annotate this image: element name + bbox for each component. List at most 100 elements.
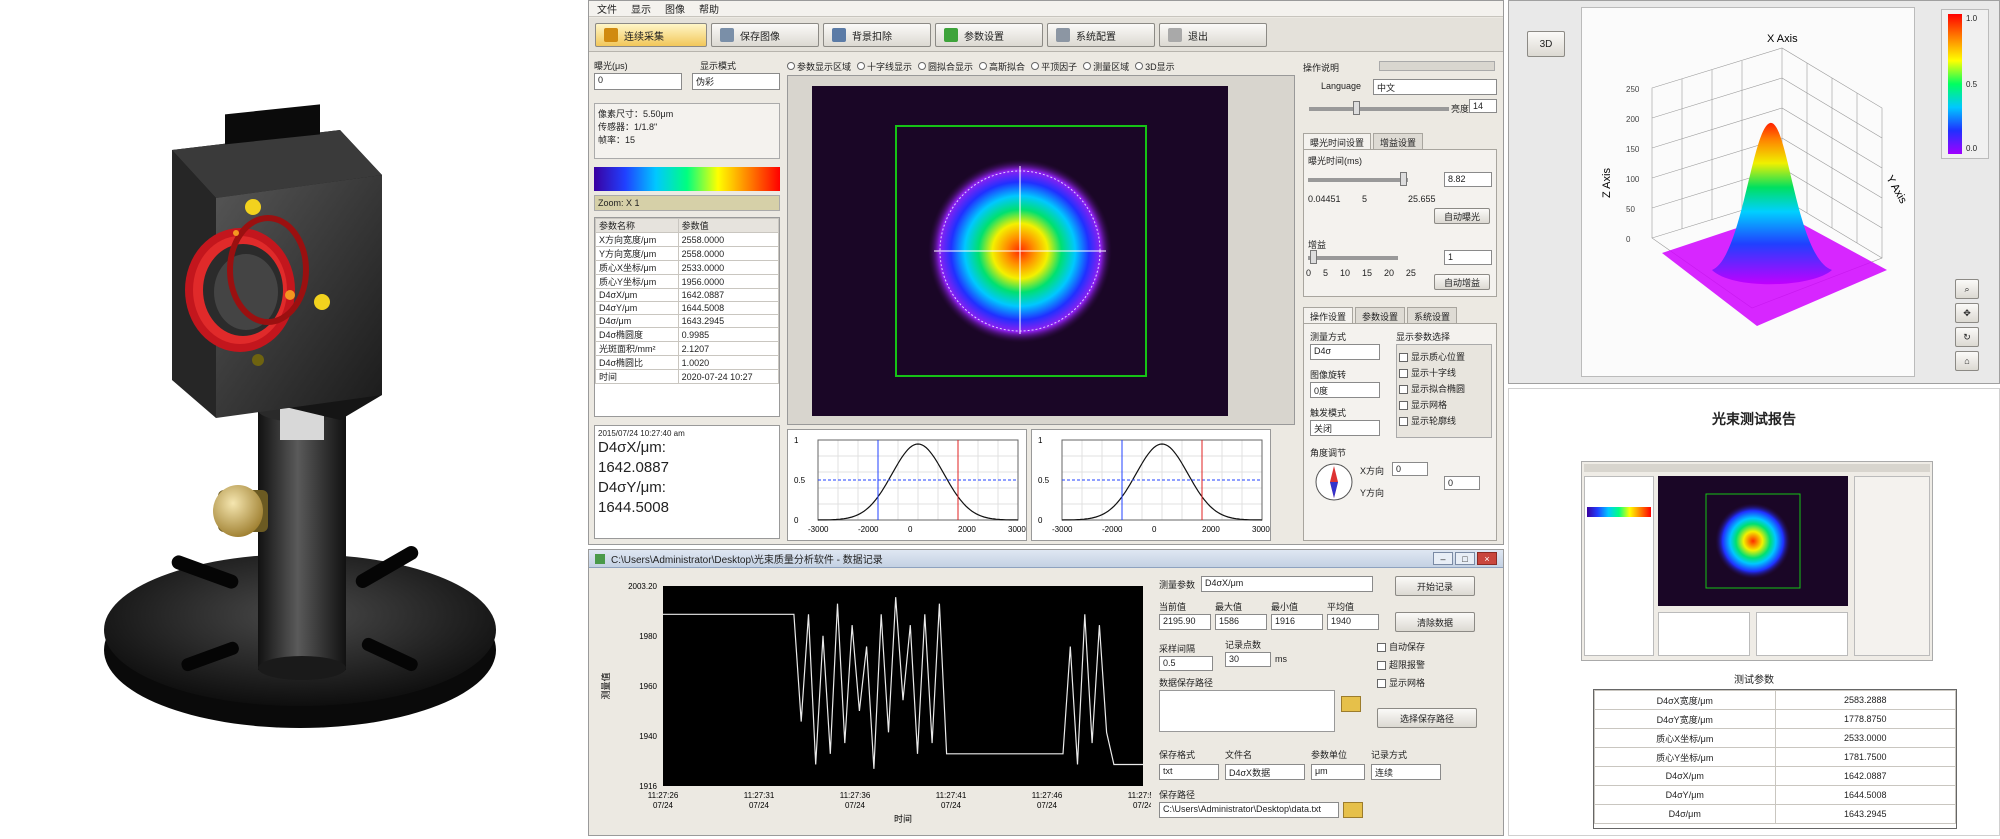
stat-current: 2195.90 [1159,614,1211,630]
stat-header: 最大值 [1215,602,1243,612]
angle-x-value[interactable]: 0 [1392,462,1428,476]
info-line: 帧率：15 [598,135,636,145]
zoom-icon[interactable]: ⌕ [1955,279,1979,299]
param-row[interactable]: 质心X坐标/μm 2533.0000 [595,260,779,275]
gain-value[interactable]: 1 [1444,250,1492,265]
display-option-radio[interactable]: 参数显示区域 [787,59,851,73]
clear-data-button[interactable]: 清除数据 [1395,612,1475,632]
logger-chart: 2003.20198019601940191611:27:2607/2411:2… [600,582,1159,824]
display-param-checkbox[interactable]: 显示十字线 [1399,366,1489,379]
display-param-checkbox[interactable]: 显示拟合椭圆 [1399,382,1489,395]
y-tick-label: 0.5 [794,476,806,485]
exit-button[interactable]: 退出 [1159,23,1267,47]
exposure-label: 曝光时间(ms) [1308,156,1362,166]
angle-y-value[interactable]: 0 [1444,476,1480,490]
maximize-button[interactable]: □ [1455,552,1475,565]
display-option-radio[interactable]: 3D显示 [1135,59,1175,73]
bottom-selects: txt D4σX数据 μm 连续 [1159,764,1441,780]
y-axis-label: Y Axis [1883,174,1909,207]
exposure-value[interactable]: 8.82 [1444,172,1492,187]
beam-image [812,86,1228,416]
display-mode-select[interactable]: 伪彩 [692,73,780,90]
logger-checkbox[interactable]: 自动保存 [1377,640,1487,653]
save-image-button[interactable]: 保存图像 [711,23,819,47]
measure-mode-select[interactable]: D4σ [1310,344,1380,360]
compass-icon[interactable] [1314,462,1354,502]
system-config-button[interactable]: 系统配置 [1047,23,1155,47]
reset-icon[interactable]: ⌂ [1955,351,1979,371]
close-button[interactable]: × [1477,552,1497,565]
param-value: 0.9985 [677,327,779,342]
gain-slider[interactable] [1308,256,1398,260]
interval-label: 采样间隔 [1159,644,1196,654]
pan-icon[interactable]: ✥ [1955,303,1979,323]
param-row[interactable]: 质心Y坐标/μm 1956.0000 [595,274,779,289]
menu-display[interactable]: 显示 [631,1,651,16]
radio-icon [1083,62,1092,70]
parameter-settings-button[interactable]: 参数设置 [935,23,1043,47]
param-row[interactable]: 时间 2020-07-24 10:27 [595,369,779,384]
param-row[interactable]: D4σ椭圆度 0.9985 [595,327,779,342]
gain-tick: 5 [1322,268,1328,278]
path-field[interactable]: C:\Users\Administrator\Desktop\data.txt [1159,802,1339,818]
param-row[interactable]: D4σ椭圆比 1.0020 [595,355,779,370]
folder-icon[interactable] [1341,696,1361,712]
continuous-capture-button[interactable]: 连续采集 [595,23,707,47]
menu-file[interactable]: 文件 [597,1,617,16]
auto-gain-button[interactable]: 自动增益 [1434,274,1490,290]
display-param-checkbox[interactable]: 显示轮廓线 [1399,414,1489,427]
filename-field[interactable]: D4σX数据 [1225,764,1305,780]
report-preview: 光束测试报告 测试参数 D4σX宽度/μm 2583.2888 D4σY宽度/μm 1… [1508,388,2000,836]
param-row[interactable]: D4σX/μm 1642.0887 [595,288,779,302]
start-record-button[interactable]: 开始记录 [1395,576,1475,596]
stat-max: 1586 [1215,614,1267,630]
exposure-slider[interactable] [1308,178,1408,182]
logger-checkbox[interactable]: 超限报警 [1377,658,1487,671]
brightness-slider[interactable] [1309,107,1449,111]
language-select[interactable]: 中文 [1373,79,1497,95]
display-option-radio[interactable]: 平顶因子 [1031,59,1077,73]
brightness-label: 亮度 [1451,104,1470,114]
mode-select[interactable]: 连续 [1371,764,1441,780]
camera-value-field[interactable]: 0 [594,73,682,90]
trigger-select[interactable]: 关闭 [1310,420,1380,436]
gain-slider-thumb[interactable] [1310,250,1317,264]
param-row[interactable]: D4σ/μm 1643.2945 [595,314,779,328]
unit-select[interactable]: μm [1311,764,1365,780]
display-option-radio[interactable]: 高斯拟合 [979,59,1025,73]
x-tick-label: 2000 [1202,525,1220,534]
radio-icon [1031,62,1040,70]
choose-path-button[interactable]: 选择保存路径 [1377,708,1477,728]
z-tick: 250 [1626,85,1640,94]
param-row[interactable]: Y方向宽度/μm 2558.0000 [595,246,779,261]
interval-value[interactable]: 0.5 [1159,656,1213,671]
exposure-slider-thumb[interactable] [1400,172,1407,186]
auto-exposure-button[interactable]: 自动曝光 [1434,208,1490,224]
display-param-checkbox[interactable]: 显示质心位置 [1399,350,1489,363]
z-tick: 200 [1626,115,1640,124]
3d-view-window: 3D X Axis Z Axis Y Axis 250 200 150 100 … [1508,0,2000,384]
readout-panel: 2015/07/24 10:27:40 am D4σX/μm: 1642.088… [594,425,780,539]
rotate-icon[interactable]: ↻ [1955,327,1979,347]
count-value[interactable]: 30 [1225,652,1271,667]
brightness-value[interactable]: 14 [1469,99,1497,113]
param-row[interactable]: X方向宽度/μm 2558.0000 [595,232,779,247]
logger-checkbox[interactable]: 显示网格 [1377,676,1487,689]
display-option-radio[interactable]: 圆拟合显示 [918,59,973,73]
param-row[interactable]: D4σY/μm 1644.5008 [595,301,779,315]
menu-image[interactable]: 图像 [665,1,685,16]
3d-toggle-button[interactable]: 3D [1527,31,1565,57]
background-subtract-button[interactable]: 背景扣除 [823,23,931,47]
browse-folder-icon[interactable] [1343,802,1363,818]
image-rotate-select[interactable]: 0度 [1310,382,1380,398]
display-param-checkbox[interactable]: 显示网格 [1399,398,1489,411]
param-row[interactable]: 光斑面积/mm² 2.1207 [595,341,779,356]
notes-area[interactable] [1159,690,1335,732]
minimize-button[interactable]: – [1433,552,1453,565]
display-option-radio[interactable]: 十字线显示 [857,59,912,73]
brightness-slider-thumb[interactable] [1353,101,1360,115]
menu-help[interactable]: 帮助 [699,1,719,16]
format-select[interactable]: txt [1159,764,1219,780]
display-option-radio[interactable]: 测量区域 [1083,59,1129,73]
measure-param-select[interactable]: D4σX/μm [1201,576,1373,592]
